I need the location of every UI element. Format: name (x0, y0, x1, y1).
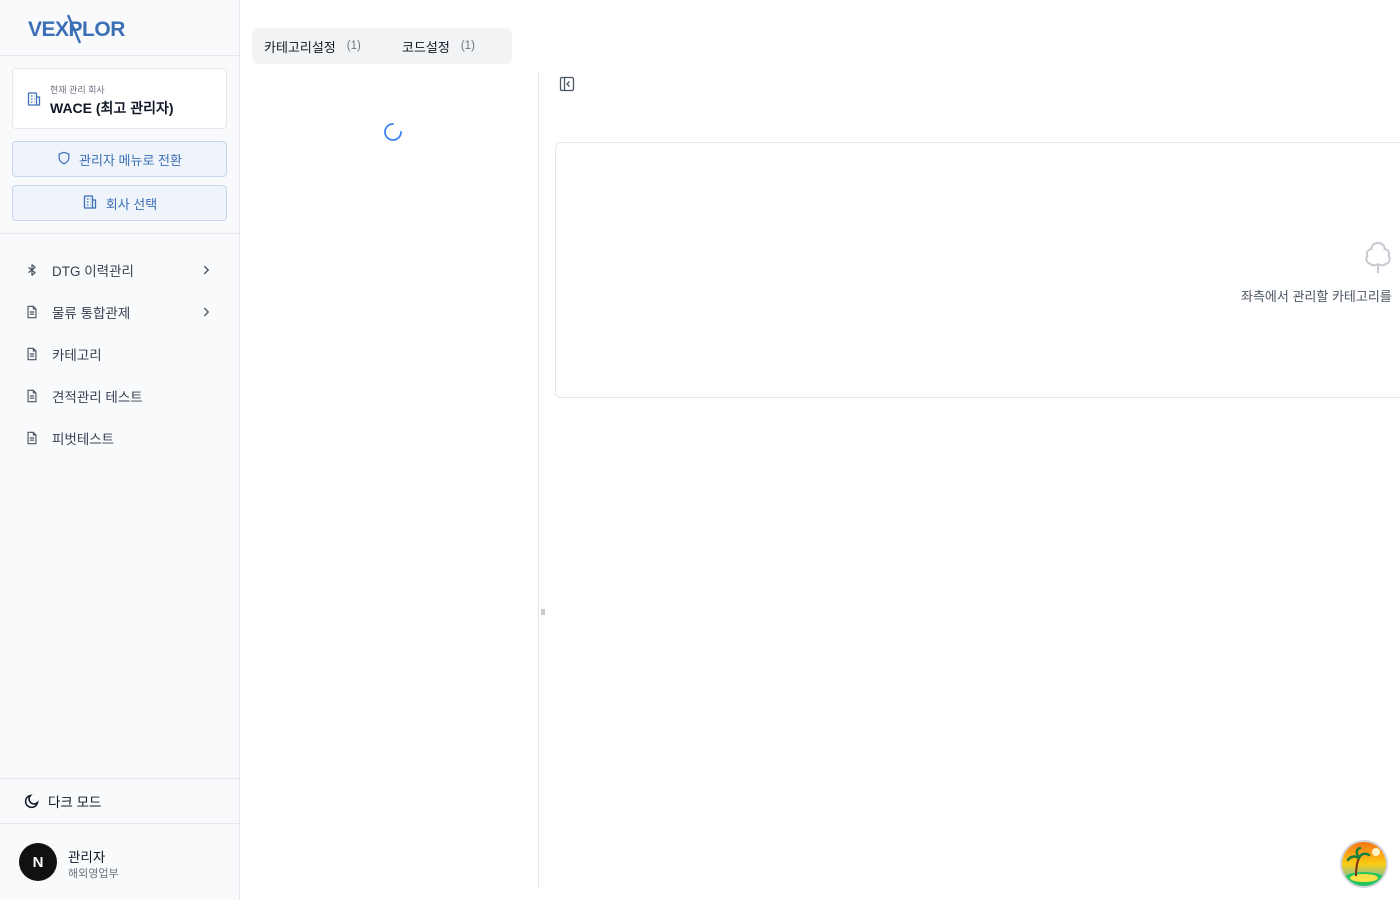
company-label: 현재 관리 회사 (50, 85, 105, 95)
dark-mode-toggle[interactable]: 다크 모드 (12, 786, 227, 816)
sidebar-menu: DTG 이력관리 물류 통합관제 카테고리 견적관리 테스트 피벗테스트 (12, 249, 227, 459)
panel-divider (538, 72, 539, 888)
building-icon (82, 194, 98, 213)
file-icon (24, 304, 40, 320)
sidebar-item-logistics-control[interactable]: 물류 통합관제 (12, 291, 227, 333)
tab-category-settings[interactable]: 카테고리설정 (1) (252, 28, 390, 64)
category-detail-panel: 좌측에서 관리할 카테고리를 (555, 142, 1400, 398)
tab-label: 카테고리설정 (264, 39, 336, 55)
bluetooth-icon (24, 262, 40, 278)
sidebar-item-label: 피벗테스트 (52, 432, 115, 447)
sidebar-item-pivot-test[interactable]: 피벗테스트 (12, 417, 227, 459)
sidebar-divider (0, 233, 239, 234)
sidebar-item-label: DTG 이력관리 (52, 264, 134, 279)
user-profile[interactable]: N 관리자 해외영업부 (0, 824, 239, 900)
file-icon (24, 388, 40, 404)
tab-label: 코드설정 (402, 39, 450, 55)
current-company-card: 현재 관리 회사 WACE (최고 관리자) (12, 68, 227, 129)
dark-mode-label: 다크 모드 (48, 795, 102, 810)
loading-spinner-icon (383, 122, 403, 147)
resize-handle-icon[interactable] (540, 607, 546, 617)
building-icon (26, 91, 42, 112)
company-select-label: 회사 선택 (105, 196, 158, 212)
company-select-button[interactable]: 회사 선택 (12, 185, 227, 221)
settings-tabs: 카테고리설정 (1) 코드설정 (1) (252, 28, 512, 64)
admin-menu-switch-label: 관리자 메뉴로 전환 (79, 152, 182, 168)
sidebar-item-quote-test[interactable]: 견적관리 테스트 (12, 375, 227, 417)
vexplor-logo[interactable]: VEXPLOR (28, 12, 128, 46)
sidebar-divider (0, 778, 239, 779)
sidebar-item-category[interactable]: 카테고리 (12, 333, 227, 375)
moon-icon (24, 793, 40, 809)
sidebar-item-label: 견적관리 테스트 (52, 390, 143, 405)
tab-code-settings[interactable]: 코드설정 (1) (390, 28, 475, 64)
tree-icon (1361, 239, 1395, 280)
company-name: WACE (최고 관리자) (50, 100, 174, 116)
island-icon (1342, 842, 1386, 886)
file-icon (24, 346, 40, 362)
sidebar-item-dtg-history[interactable]: DTG 이력관리 (12, 249, 227, 291)
empty-state-message: 좌측에서 관리할 카테고리를 (1241, 289, 1392, 304)
tab-count: (1) (346, 40, 361, 52)
user-name: 관리자 (68, 850, 106, 865)
tab-count: (1) (460, 40, 475, 52)
user-department: 해외영업부 (68, 868, 119, 880)
chevron-right-icon (199, 305, 213, 322)
avatar[interactable]: N (19, 843, 57, 881)
sidebar-item-label: 카테고리 (52, 348, 102, 363)
admin-menu-switch-button[interactable]: 관리자 메뉴로 전환 (12, 141, 227, 177)
file-icon (24, 430, 40, 446)
sidebar-item-label: 물류 통합관제 (52, 306, 131, 321)
sidebar: VEXPLOR 현재 관리 회사 WACE (최고 관리자) 관리자 메뉴로 전… (0, 0, 240, 900)
chevron-right-icon (199, 263, 213, 280)
panel-collapse-icon[interactable] (559, 76, 575, 92)
assistant-launcher-button[interactable] (1340, 840, 1388, 888)
shield-icon (57, 151, 71, 168)
logo-area: VEXPLOR (0, 0, 239, 56)
